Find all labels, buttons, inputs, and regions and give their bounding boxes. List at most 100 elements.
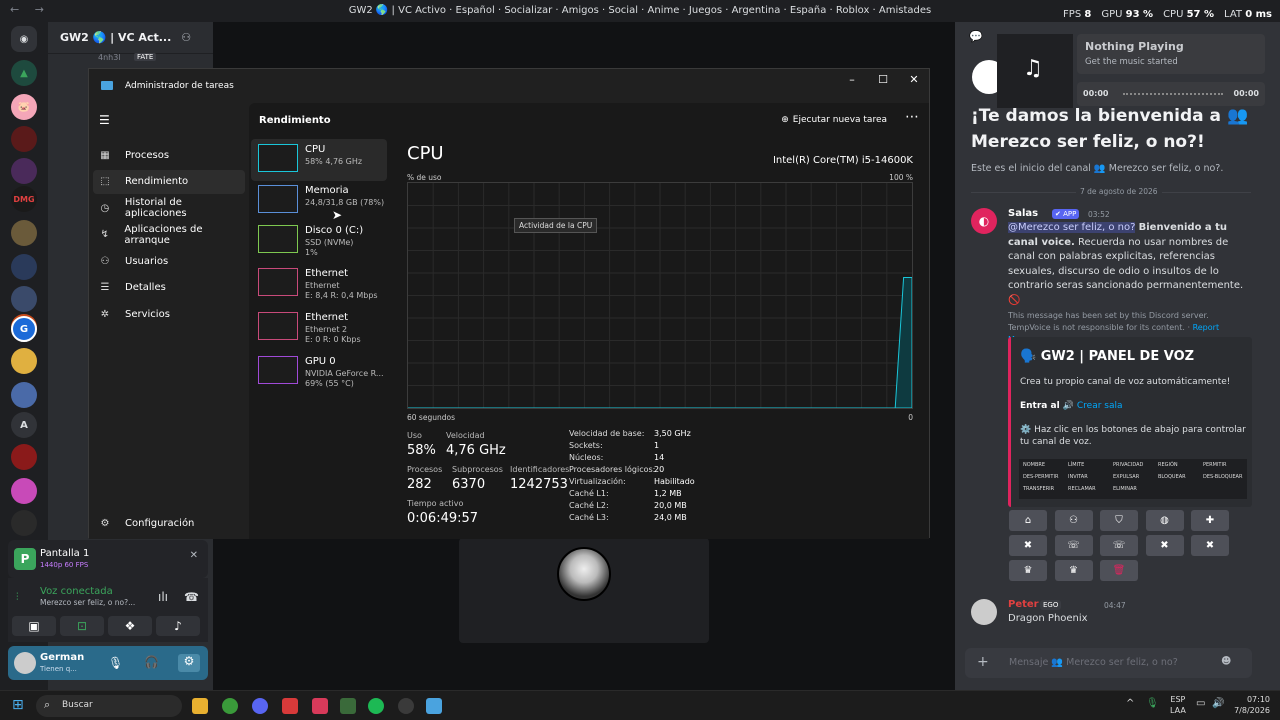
soundboard-button[interactable]: ♪	[156, 616, 200, 636]
video-off-button[interactable]: ▣	[12, 616, 56, 636]
tray-chevron-icon[interactable]: ^	[1126, 698, 1134, 709]
kick-button[interactable]: ☏	[1100, 535, 1138, 556]
activities-button[interactable]: ❖	[108, 616, 152, 636]
region-button[interactable]: ◍	[1145, 510, 1184, 531]
hamburger-icon[interactable]: ☰	[99, 113, 110, 127]
server-icon-people[interactable]	[11, 510, 37, 536]
tray-mic-icon[interactable]: 🎙	[1146, 698, 1159, 709]
music-progress[interactable]: 00:00 00:00	[1077, 82, 1265, 106]
waveform-icon[interactable]: ılı	[158, 590, 168, 604]
music-track[interactable]	[1123, 93, 1223, 96]
nav-item-procesos[interactable]: ▦ Procesos	[93, 143, 245, 167]
msg2-author[interactable]: Peter	[1008, 599, 1039, 610]
nav-item-rendimiento[interactable]: ⬚ Rendimiento	[93, 169, 245, 194]
unblock-button[interactable]: ✖	[1191, 535, 1229, 556]
chrome-icon[interactable]	[222, 698, 238, 714]
msg1-author[interactable]: Salas	[1008, 208, 1038, 219]
file-explorer-icon[interactable]	[192, 698, 208, 714]
embed-option: BLOQUEAR	[1158, 474, 1186, 480]
claim-button[interactable]: ♛	[1054, 560, 1093, 581]
server-icon-cat[interactable]	[11, 348, 37, 374]
server-icon-anime[interactable]	[11, 382, 37, 408]
server-icon-bear[interactable]	[11, 254, 37, 280]
server-icon-triangle[interactable]: ▲	[11, 60, 37, 86]
block-button[interactable]: ✖	[1145, 535, 1184, 556]
emoji-icon[interactable]: ☻	[1221, 656, 1231, 667]
vel-label: Velocidad	[446, 431, 485, 440]
task-manager-taskbar-icon[interactable]	[426, 698, 442, 714]
privacy-button[interactable]: ⛉	[1100, 510, 1138, 531]
message-input-box[interactable]: + Mensaje 👥 Merezco ser feliz, o no? ☻	[965, 648, 1252, 678]
server-icon-pink[interactable]	[11, 478, 37, 504]
thread-icon[interactable]: 💬	[969, 30, 983, 43]
app-red-icon[interactable]	[282, 698, 298, 714]
msg2-time: 04:47	[1104, 601, 1126, 610]
server-icon-dog[interactable]	[11, 220, 37, 246]
perf-item-4[interactable]: Ethernet Ethernet 2 E: 0 R: 0 Kbps	[251, 307, 387, 349]
windows-start-icon[interactable]: ⊞	[12, 697, 24, 713]
new-task-button[interactable]: ⊕ Ejecutar nueva tarea	[781, 115, 887, 125]
peter-avatar[interactable]	[971, 599, 997, 625]
minimize-button[interactable]: –	[837, 73, 867, 89]
server-icon-purple[interactable]	[11, 158, 37, 184]
nav-settings[interactable]: ⚙ Configuración	[93, 511, 245, 535]
perf-item-5[interactable]: GPU 0 NVIDIA GeForce R... 69% (55 °C)	[251, 351, 387, 393]
lang-indicator[interactable]: ESP LAA	[1170, 694, 1186, 716]
permit-button[interactable]: ✚	[1191, 510, 1229, 531]
server-icon-gw2[interactable]: G	[11, 316, 37, 342]
server-icon-a[interactable]: A	[11, 412, 37, 438]
server-icon-dark[interactable]	[11, 444, 37, 470]
invite-button[interactable]: ☏	[1054, 535, 1093, 556]
network-icon[interactable]: ▭	[1196, 698, 1205, 709]
app-v-icon[interactable]	[312, 698, 328, 714]
delete-button[interactable]: 🗑	[1100, 560, 1138, 581]
app-gear-icon[interactable]	[398, 698, 414, 714]
tm-titlebar[interactable]: Administrador de tareas – ☐ ✕	[89, 69, 929, 103]
nav-item-servicios[interactable]: ✲ Servicios	[93, 302, 245, 326]
salas-avatar[interactable]: ◐	[971, 208, 997, 234]
perf-item-2[interactable]: Disco 0 (C:) SSD (NVMe) 1%	[251, 220, 387, 262]
music-time-end: 00:00	[1233, 89, 1259, 98]
rename-button[interactable]: ⌂	[1009, 510, 1047, 531]
embed-option: ELIMINAR	[1113, 486, 1137, 492]
headphone-icon[interactable]: 🎧	[144, 655, 159, 669]
create-room-link[interactable]: 🔊 Crear sala	[1063, 401, 1123, 411]
screen-share-button[interactable]: ⊡	[60, 616, 104, 636]
app-green-icon[interactable]	[340, 698, 356, 714]
add-attachment-icon[interactable]: +	[977, 654, 989, 670]
server-icon-nw[interactable]	[11, 286, 37, 312]
nav-item-usuarios[interactable]: ⚇ Usuarios	[93, 249, 245, 273]
close-stream-icon[interactable]: ✕	[190, 550, 198, 561]
unpermit-button[interactable]: ✖	[1009, 535, 1047, 556]
discord-home-icon[interactable]: ◉	[11, 26, 37, 52]
search-box[interactable]: ⌕ Buscar	[36, 695, 182, 717]
add-member-icon[interactable]: ⚇	[181, 31, 191, 44]
transfer-button[interactable]: ♛	[1009, 560, 1047, 581]
nav-item-detalles[interactable]: ☰ Detalles	[93, 276, 245, 300]
user-avatar[interactable]	[14, 652, 36, 674]
perf-item-1[interactable]: Memoria 24,8/31,8 GB (78%)	[251, 180, 387, 222]
perf-item-3[interactable]: Ethernet Ethernet E: 8,4 R: 0,4 Mbps	[251, 263, 387, 305]
voice-channel-name[interactable]: Merezco ser feliz, o no?...	[40, 598, 135, 607]
message-input[interactable]: Mensaje 👥 Merezco ser feliz, o no?	[1009, 657, 1178, 668]
server-icon-dmg[interactable]: DMG	[11, 186, 37, 212]
close-button[interactable]: ✕	[899, 73, 929, 89]
perf-item-0[interactable]: CPU 58% 4,76 GHz	[251, 139, 387, 181]
maximize-button[interactable]: ☐	[868, 73, 898, 89]
nav-item-historial-de-aplicaciones[interactable]: ◷ Historial de aplicaciones	[93, 196, 245, 220]
nav-item-aplicaciones-de-arranque[interactable]: ↯ Aplicaciones de arranque	[93, 223, 245, 247]
mic-icon[interactable]: 🎙	[108, 656, 123, 670]
discord-icon[interactable]	[252, 698, 268, 714]
voice-connected: Voz conectada	[40, 586, 113, 597]
server-header[interactable]: GW2 🌎 | VC Act... ⚇	[48, 22, 213, 54]
more-options-icon[interactable]: ⋯	[905, 109, 919, 125]
server-icon-pig[interactable]: 🐷	[11, 94, 37, 120]
disconnect-icon[interactable]: ☎	[184, 590, 199, 604]
limit-button[interactable]: ⚇	[1054, 510, 1093, 531]
settings-gear-icon[interactable]: ⚙	[178, 654, 200, 672]
spotify-icon[interactable]	[368, 698, 384, 714]
clock[interactable]: 07:10 7/8/2026	[1230, 694, 1270, 716]
volume-icon[interactable]: 🔊	[1212, 698, 1224, 709]
server-icon-red[interactable]	[11, 126, 37, 152]
msg1-mention[interactable]: @Merezco ser feliz, o no?	[1008, 222, 1136, 233]
